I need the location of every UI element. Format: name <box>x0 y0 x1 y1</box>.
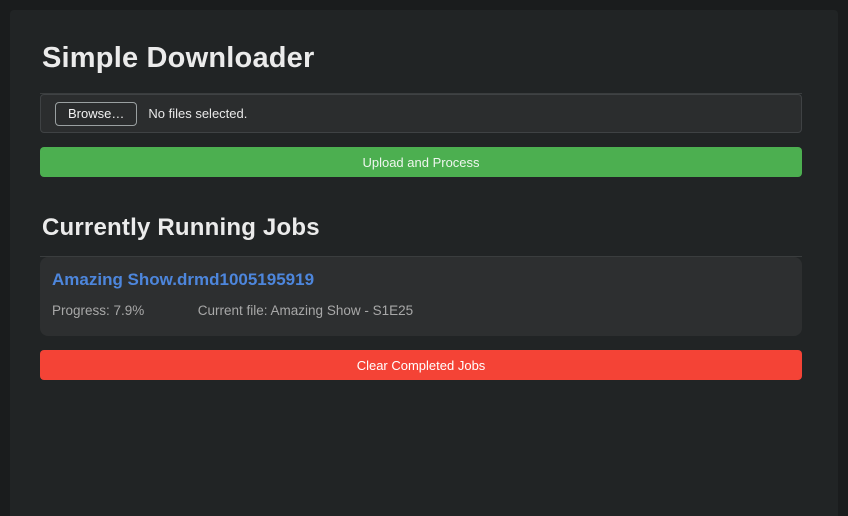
page-title: Simple Downloader <box>42 41 802 75</box>
job-progress-label: Progress: 7.9% <box>52 303 194 319</box>
job-current-file-label: Current file: Amazing Show - S1E25 <box>198 303 413 318</box>
file-input[interactable]: Browse… No files selected. <box>40 94 802 133</box>
page-background: Simple Downloader Browse… No files selec… <box>10 10 838 516</box>
job-card: Amazing Show.drmd1005195919 Progress: 7.… <box>40 257 802 336</box>
file-selection-status: No files selected. <box>148 106 247 121</box>
upload-and-process-button[interactable]: Upload and Process <box>40 147 802 177</box>
main-content: Simple Downloader Browse… No files selec… <box>40 10 802 380</box>
clear-completed-jobs-button[interactable]: Clear Completed Jobs <box>40 350 802 380</box>
jobs-section-heading: Currently Running Jobs <box>42 214 802 241</box>
job-title-link[interactable]: Amazing Show.drmd1005195919 <box>52 270 314 290</box>
browse-button[interactable]: Browse… <box>55 102 137 126</box>
job-meta-row: Progress: 7.9% Current file: Amazing Sho… <box>52 303 790 319</box>
